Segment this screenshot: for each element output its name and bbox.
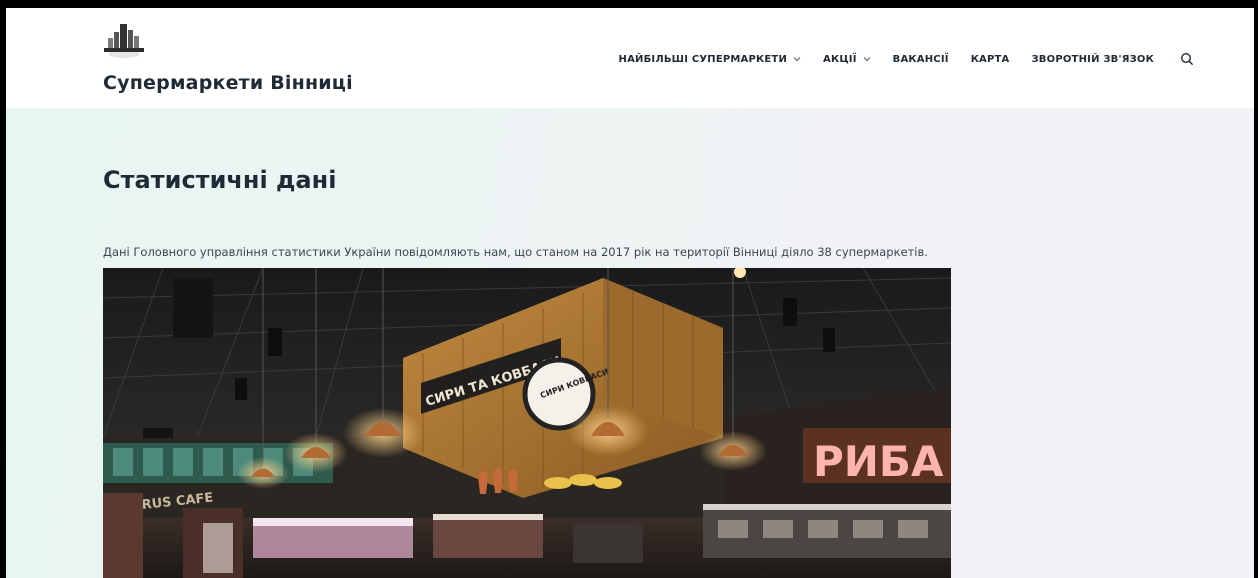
site-title[interactable]: Супермаркети Вінниці <box>103 72 353 94</box>
nav-item-label: ВАКАНСІЇ <box>892 53 949 65</box>
search-icon[interactable] <box>1180 52 1194 66</box>
nav-item-label: АКЦІЇ <box>823 53 857 65</box>
nav-item-vacancies[interactable]: ВАКАНСІЇ <box>893 54 949 65</box>
nav-item-label: НАЙБІЛЬШІ СУПЕРМАРКЕТИ <box>618 53 788 65</box>
chevron-down-icon <box>863 57 871 62</box>
city-skyline-icon[interactable] <box>102 18 146 62</box>
nav-item-label: КАРТА <box>970 53 1010 65</box>
main-navigation: НАЙБІЛЬШІ СУПЕРМАРКЕТИ АКЦІЇ ВАКАНСІЇ КА… <box>597 52 1194 66</box>
site-header: Супермаркети Вінниці НАЙБІЛЬШІ СУПЕРМАРК… <box>6 8 1254 108</box>
supermarket-interior-illustration: VARUS CAFE СИРИ ТА КОВБАСИ СИРИ КОВБАСИ <box>103 268 951 578</box>
nav-item-label: ЗВОРОТНІЙ ЗВ'ЯЗОК <box>1031 53 1154 65</box>
fish-sign: РИБА <box>813 437 944 486</box>
page-title: Статистичні дані <box>103 166 337 194</box>
nav-item-largest-supermarkets[interactable]: НАЙБІЛЬШІ СУПЕРМАРКЕТИ <box>619 54 802 65</box>
page-frame: Супермаркети Вінниці НАЙБІЛЬШІ СУПЕРМАРК… <box>6 8 1254 578</box>
nav-item-promotions[interactable]: АКЦІЇ <box>823 54 871 65</box>
nav-item-feedback[interactable]: ЗВОРОТНІЙ ЗВ'ЯЗОК <box>1032 54 1155 65</box>
nav-item-map[interactable]: КАРТА <box>971 54 1010 65</box>
supermarket-interior-photo: VARUS CAFE СИРИ ТА КОВБАСИ СИРИ КОВБАСИ <box>103 268 951 578</box>
intro-paragraph: Дані Головного управління статистики Укр… <box>103 244 928 259</box>
chevron-down-icon <box>793 57 801 62</box>
